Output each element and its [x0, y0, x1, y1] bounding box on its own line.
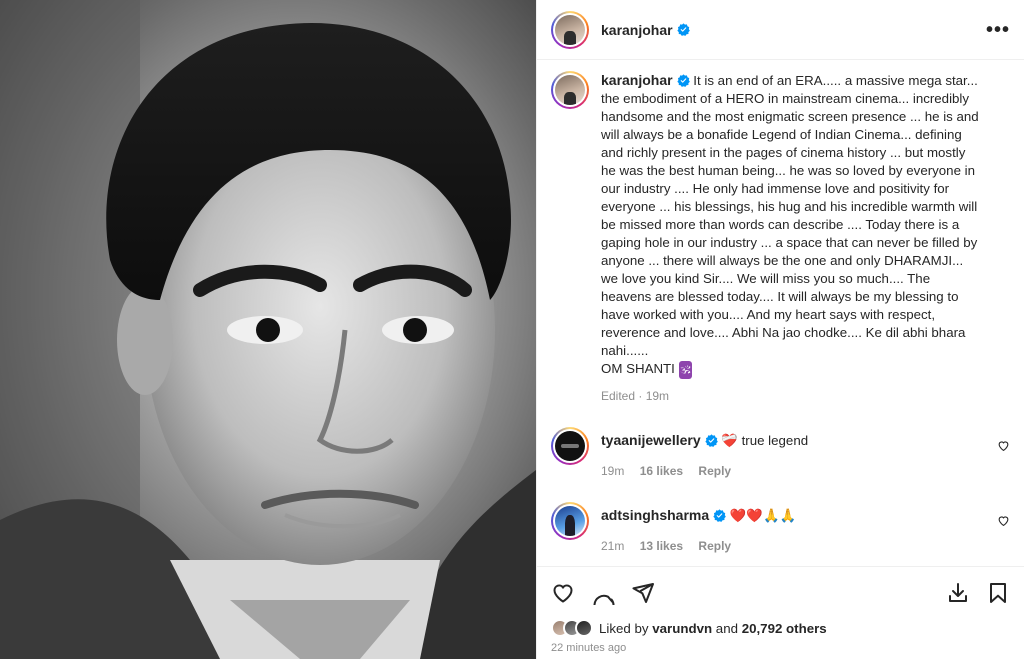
comment-likes[interactable]: 13 likes [640, 539, 683, 553]
portrait-illustration [0, 0, 536, 659]
caption-body: karanjohar It is an end of an ERA..... a… [601, 71, 981, 405]
reply-button[interactable]: Reply [698, 539, 731, 553]
likes-summary: Liked by varundvn and 20,792 others [551, 619, 1010, 637]
post-actions: Liked by varundvn and 20,792 others 22 m… [537, 566, 1024, 659]
caption-meta: Edited · 19m [601, 389, 670, 403]
comment-meta: 21m 13 likes Reply [601, 537, 1010, 555]
download-icon[interactable] [946, 581, 970, 605]
more-options-button[interactable]: ••• [986, 20, 1010, 40]
caption-author-avatar[interactable] [551, 71, 589, 109]
comment-likes[interactable]: 16 likes [640, 464, 683, 478]
post-image [0, 0, 536, 659]
post-header: karanjohar ••• [537, 0, 1024, 60]
likes-others-link[interactable]: 20,792 others [742, 621, 827, 636]
comment-text: ❤️❤️🙏🙏 [729, 508, 797, 523]
bookmark-icon[interactable] [986, 581, 1010, 605]
post-panel: karanjohar ••• karanjohar It is an end o… [536, 0, 1024, 659]
post-timestamp: 22 minutes ago [551, 642, 627, 654]
liked-by-label: Liked by [599, 620, 649, 636]
comment-time: 21m [601, 539, 625, 553]
verified-badge-icon [676, 74, 690, 87]
heart-outline-icon[interactable] [551, 581, 575, 605]
likes-and: and [715, 620, 738, 636]
paper-plane-icon[interactable] [631, 581, 655, 605]
comment-time: 19m [601, 464, 625, 478]
verified-badge-icon [713, 509, 726, 522]
speech-bubble-icon[interactable] [591, 581, 615, 605]
author-username[interactable]: karanjohar [601, 22, 673, 38]
comment-username[interactable]: adtsinghsharma [601, 507, 709, 523]
liker-avatars [551, 619, 593, 637]
comments-scroll-area[interactable]: karanjohar It is an end of an ERA..... a… [537, 61, 1024, 565]
comment-meta: 19m 16 likes Reply [601, 462, 1010, 480]
caption-closing: OM SHANTI [601, 361, 675, 376]
om-emoji: 🕉 [678, 361, 693, 379]
comment-avatar[interactable] [551, 427, 589, 465]
comment-row: adtsinghsharma ❤️❤️🙏🙏 21m 13 likes Reply [551, 502, 1010, 555]
author-avatar[interactable] [551, 10, 589, 49]
caption-username[interactable]: karanjohar [601, 72, 673, 88]
reply-button[interactable]: Reply [698, 464, 731, 478]
caption: karanjohar It is an end of an ERA..... a… [551, 71, 1010, 405]
comment-row: tyaanijewellery ❤️‍🩹 true legend 19m 16 … [551, 427, 1010, 480]
comment-avatar[interactable] [551, 502, 589, 540]
verified-badge-icon [676, 23, 690, 36]
caption-text: It is an end of an ERA..... a massive me… [601, 73, 979, 358]
comment-username[interactable]: tyaanijewellery [601, 432, 701, 448]
comment-text: ❤️‍🩹 true legend [721, 433, 809, 448]
heart-outline-icon[interactable] [997, 514, 1010, 527]
heart-outline-icon[interactable] [997, 439, 1010, 452]
liker-username[interactable]: varundvn [652, 621, 712, 636]
verified-badge-icon [704, 434, 718, 447]
